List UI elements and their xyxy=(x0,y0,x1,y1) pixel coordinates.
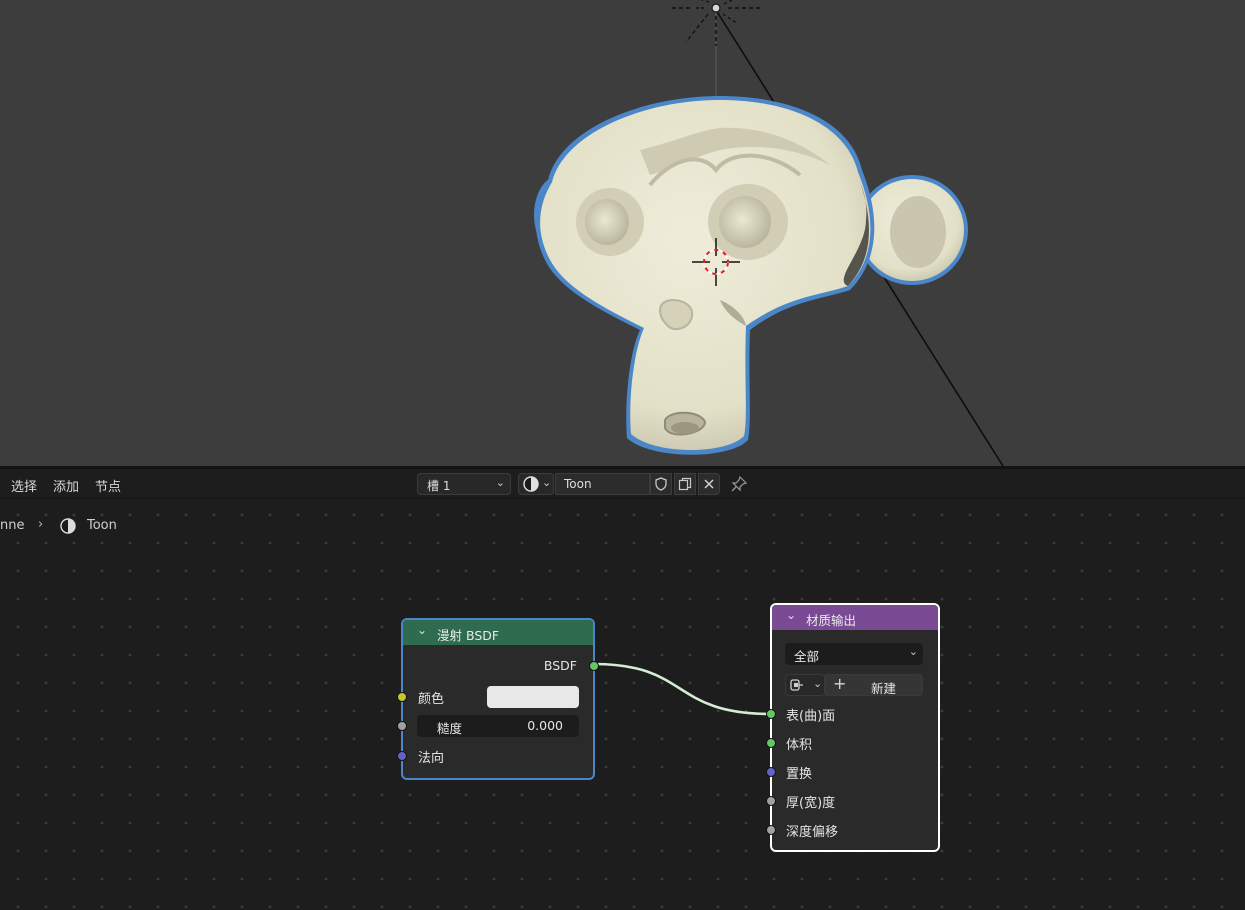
viewport-scene xyxy=(534,0,1004,466)
surface-label: 表(曲)面 xyxy=(786,709,836,724)
roughness-field[interactable]: 糙度 0.000 xyxy=(417,715,579,737)
shield-icon xyxy=(655,477,667,491)
color-label: 颜色 xyxy=(418,692,445,707)
chevron-down-icon[interactable]: ⌄ xyxy=(786,608,796,622)
material-sphere-icon xyxy=(60,518,76,534)
chevron-down-icon: ⌄ xyxy=(542,476,552,489)
slot-dropdown-value: 槽 1 xyxy=(427,479,451,493)
volume-input-socket[interactable] xyxy=(766,738,776,748)
normal-input-socket[interactable] xyxy=(397,751,407,761)
material-output-node[interactable]: ⌄ 材质输出 全部 ⌄ ⌄ + 新建 表(曲)面 体积 置换 厚(宽)度 深度偏… xyxy=(766,603,940,852)
material-sphere-icon xyxy=(523,476,539,492)
normal-label: 法向 xyxy=(418,751,445,766)
roughness-value: 0.000 xyxy=(527,718,563,733)
close-icon xyxy=(704,479,714,489)
menu-select[interactable]: 选择 xyxy=(11,476,37,495)
color-swatch[interactable] xyxy=(487,686,579,708)
browse-script-button[interactable]: ⌄ xyxy=(785,674,825,696)
roughness-label: 糙度 xyxy=(437,721,463,736)
browse-material-button[interactable]: ⌄ xyxy=(518,473,554,495)
bsdf-output-label: BSDF xyxy=(543,658,577,673)
menu-add[interactable]: 添加 xyxy=(53,476,79,495)
depth-offset-label: 深度偏移 xyxy=(786,825,839,840)
chevron-right-icon: › xyxy=(38,517,44,532)
pin-icon xyxy=(731,475,748,492)
thickness-label: 厚(宽)度 xyxy=(786,796,836,811)
fake-user-button[interactable] xyxy=(650,473,672,495)
node-tree-icon xyxy=(790,679,803,691)
chevron-down-icon[interactable]: ⌄ xyxy=(417,623,427,637)
surface-input-socket[interactable] xyxy=(766,709,776,719)
node-links xyxy=(593,662,772,716)
target-dropdown[interactable]: 全部 ⌄ xyxy=(785,643,923,665)
depth-offset-input-socket[interactable] xyxy=(766,825,776,835)
material-name-field[interactable]: Toon xyxy=(555,473,650,495)
breadcrumb-object: nne xyxy=(0,518,25,533)
volume-label: 体积 xyxy=(786,738,813,753)
output-node-header[interactable]: ⌄ 材质输出 xyxy=(772,605,938,630)
thickness-input-socket[interactable] xyxy=(766,796,776,806)
menu-node[interactable]: 节点 xyxy=(95,476,121,495)
new-button-label: 新建 xyxy=(871,681,897,696)
target-value: 全部 xyxy=(794,649,820,664)
displacement-label: 置换 xyxy=(786,767,813,782)
new-button[interactable]: + 新建 xyxy=(825,674,923,696)
unlink-material-button[interactable] xyxy=(698,473,720,495)
color-input-socket[interactable] xyxy=(397,692,407,702)
shader-node-editor[interactable]: 选择 添加 节点 槽 1 ⌄ ⌄ Toon nne › Toon ⌄ 漫射 BS… xyxy=(0,469,1245,910)
monkey-mesh xyxy=(534,96,968,455)
roughness-input-socket[interactable] xyxy=(397,721,407,731)
bsdf-to-surface-link xyxy=(593,662,772,716)
displacement-input-socket[interactable] xyxy=(766,767,776,777)
diffuse-node-title: 漫射 BSDF xyxy=(437,628,500,643)
material-name: Toon xyxy=(564,477,592,491)
diffuse-node-header[interactable]: ⌄ 漫射 BSDF xyxy=(403,620,593,645)
node-editor-header: 选择 添加 节点 槽 1 ⌄ ⌄ Toon xyxy=(0,469,1245,499)
3d-viewport[interactable] xyxy=(0,0,1245,466)
slot-dropdown[interactable]: 槽 1 ⌄ xyxy=(417,473,511,495)
duplicate-material-button[interactable] xyxy=(674,473,696,495)
sun-light-icon xyxy=(672,0,760,46)
diffuse-bsdf-node[interactable]: ⌄ 漫射 BSDF BSDF 颜色 糙度 0.000 法向 xyxy=(397,618,599,780)
duplicate-icon xyxy=(678,477,692,491)
pin-button[interactable] xyxy=(730,475,750,495)
output-node-title: 材质输出 xyxy=(806,613,857,628)
breadcrumb-material: Toon xyxy=(87,518,117,533)
chevron-down-icon: ⌄ xyxy=(908,645,918,658)
chevron-down-icon: ⌄ xyxy=(495,476,505,489)
chevron-down-icon: ⌄ xyxy=(813,677,823,690)
bsdf-output-socket[interactable] xyxy=(589,661,599,671)
plus-icon: + xyxy=(833,674,847,693)
